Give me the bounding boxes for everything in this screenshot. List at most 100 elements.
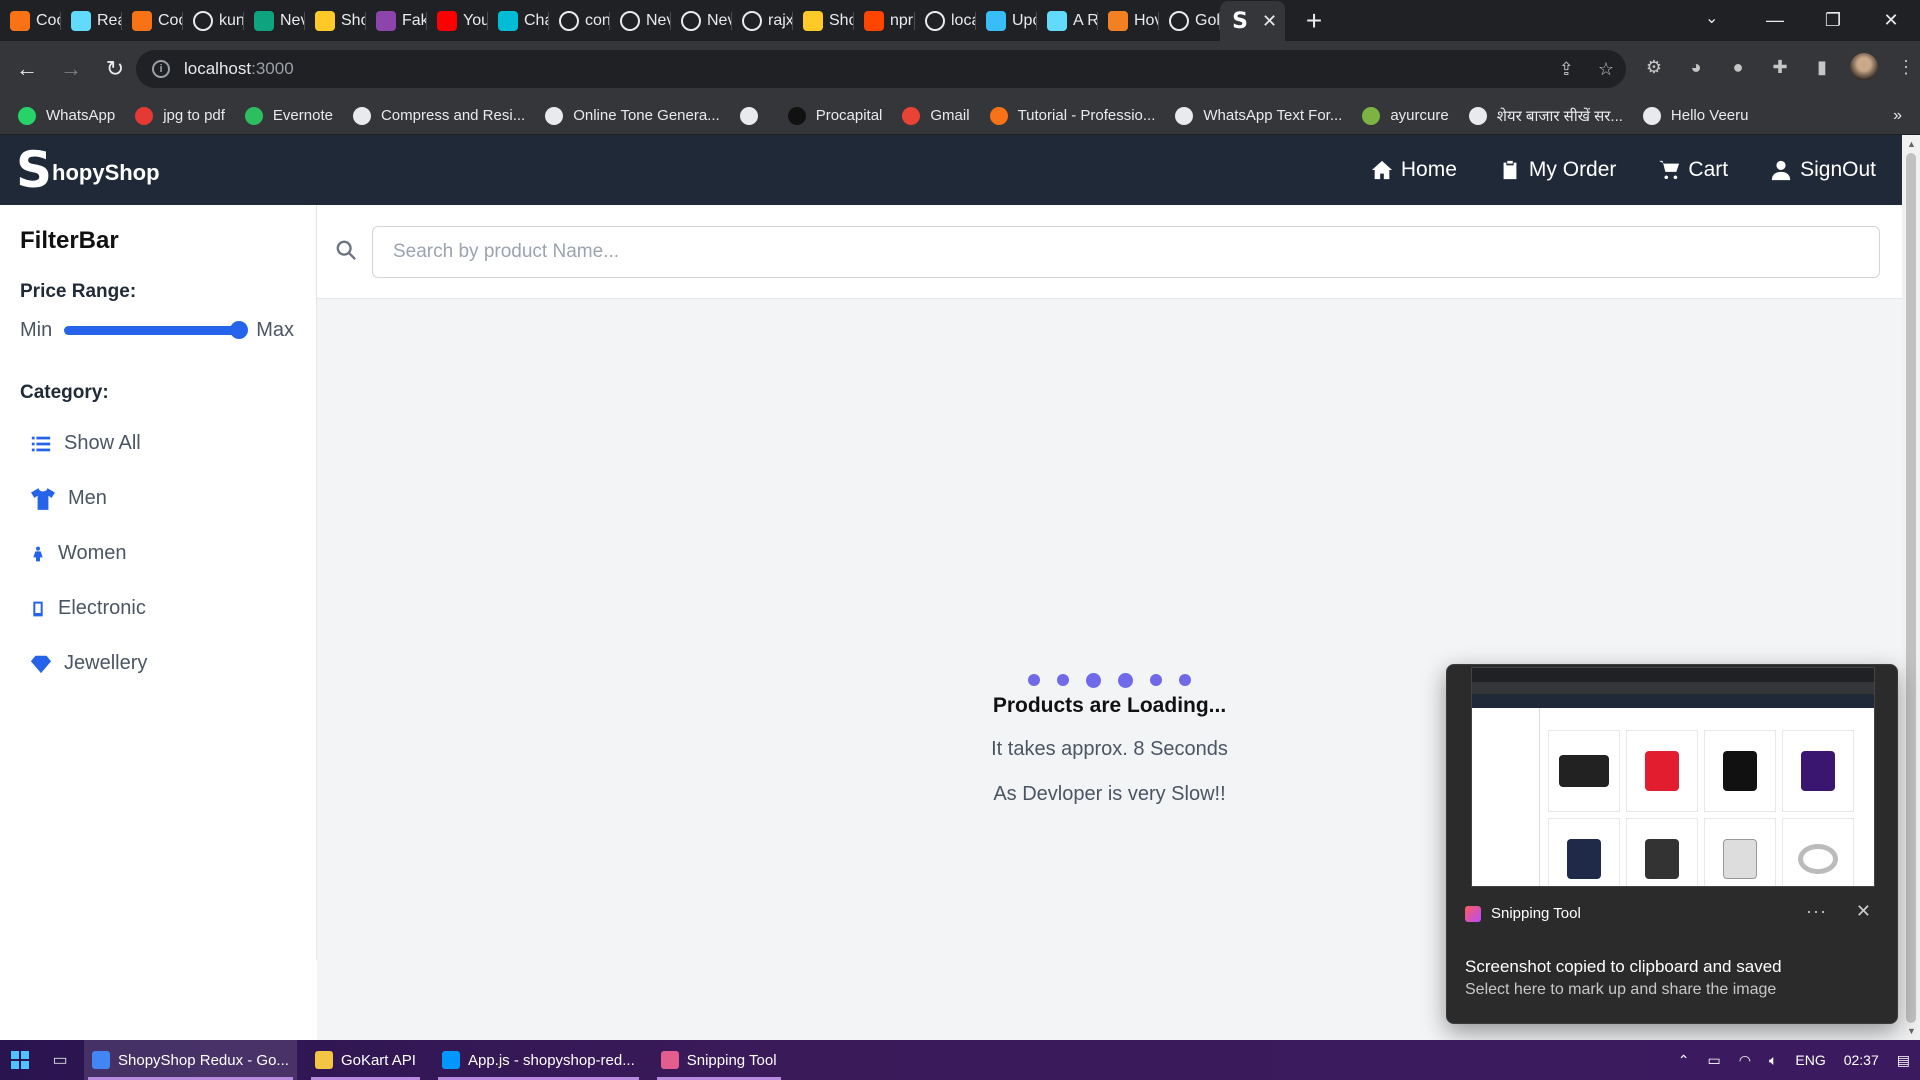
- browser-tab[interactable]: Nev: [244, 0, 305, 41]
- browser-tab[interactable]: rajx: [732, 0, 793, 41]
- bookmark-label: ayurcure: [1390, 107, 1449, 124]
- system-tray: ⌃ ▭ ◠ 🔈︎ ENG 02:37 ▤: [1678, 1040, 1910, 1080]
- extensions-puzzle-icon[interactable]: ✚: [1766, 53, 1794, 81]
- extension-glasses-icon[interactable]: ◕: [1682, 53, 1710, 81]
- taskbar-app[interactable]: GoKart API: [307, 1040, 424, 1080]
- browser-tab[interactable]: Sho: [793, 0, 854, 41]
- preview-product-grid: [1548, 730, 1854, 886]
- browser-tab[interactable]: Nev: [671, 0, 732, 41]
- category-men[interactable]: Men: [20, 471, 296, 526]
- tray-chevron-icon[interactable]: ⌃: [1678, 1052, 1690, 1069]
- extension-gear-icon[interactable]: ⚙: [1640, 53, 1668, 81]
- browser-tab[interactable]: Cha: [488, 0, 549, 41]
- nav-my-order[interactable]: My Order: [1499, 158, 1616, 182]
- taskbar-app[interactable]: Snipping Tool: [653, 1040, 785, 1080]
- back-icon[interactable]: ←: [10, 52, 44, 86]
- page-scrollbar[interactable]: ▲ ▼: [1902, 135, 1920, 1040]
- side-panel-icon[interactable]: ▮: [1808, 53, 1836, 81]
- browser-menu-icon[interactable]: ⋮: [1892, 53, 1920, 81]
- url-text[interactable]: localhost:3000: [184, 59, 294, 79]
- taskbar-app[interactable]: ShopyShop Redux - Go...: [84, 1040, 297, 1080]
- notifications-icon[interactable]: ▤: [1897, 1052, 1910, 1069]
- preview-tabstrip: [1472, 668, 1874, 682]
- scrollbar-thumb[interactable]: [1906, 153, 1916, 1023]
- bookmark-icon: [352, 106, 371, 125]
- bookmark-icon: [135, 106, 154, 125]
- codepen-icon: [10, 10, 30, 31]
- restore-icon[interactable]: ❐: [1804, 10, 1862, 31]
- browser-tab[interactable]: Fak: [366, 0, 427, 41]
- wifi-icon[interactable]: ◠: [1739, 1052, 1751, 1069]
- bookmark-item[interactable]: Hello Veeru: [1642, 106, 1748, 125]
- scroll-down-icon[interactable]: ▼: [1907, 1026, 1916, 1036]
- site-info-icon[interactable]: i: [152, 60, 170, 78]
- browser-tab[interactable]: A R: [1037, 0, 1098, 41]
- browser-tab[interactable]: Coo: [0, 0, 61, 41]
- browser-tab[interactable]: Rea: [61, 0, 122, 41]
- close-window-icon[interactable]: ✕: [1862, 10, 1920, 31]
- nav-cart[interactable]: Cart: [1658, 158, 1728, 182]
- nav-home[interactable]: Home: [1371, 158, 1457, 182]
- toast-more-icon[interactable]: ···: [1806, 901, 1827, 922]
- brand-logo[interactable]: S hopyShop: [16, 145, 160, 195]
- category-jewellery[interactable]: Jewellery: [20, 636, 296, 691]
- bookmark-icon: [1175, 106, 1194, 125]
- bookmark-item[interactable]: Tutorial - Professio...: [989, 106, 1155, 125]
- new-tab-button[interactable]: +: [1299, 5, 1329, 37]
- browser-tab[interactable]: Nev: [610, 0, 671, 41]
- address-bar[interactable]: i localhost:3000 ⇪ ☆: [136, 50, 1626, 88]
- browser-tab[interactable]: Sho: [305, 0, 366, 41]
- browser-tab[interactable]: loca: [915, 0, 976, 41]
- bookmark-item[interactable]: ayurcure: [1362, 106, 1449, 125]
- bookmark-item[interactable]: jpg to pdf: [135, 106, 225, 125]
- browser-tab[interactable]: kun: [183, 0, 244, 41]
- toast-close-icon[interactable]: ✕: [1856, 901, 1871, 922]
- browser-tab[interactable]: You: [427, 0, 488, 41]
- browser-tab[interactable]: Upc: [976, 0, 1037, 41]
- bookmark-star-icon[interactable]: ☆: [1598, 59, 1614, 80]
- category-electronic[interactable]: Electronic: [20, 581, 296, 636]
- share-icon[interactable]: ⇪: [1559, 59, 1574, 80]
- home-icon: [1371, 160, 1392, 180]
- tab-search-icon[interactable]: ⌄: [1705, 8, 1718, 28]
- category-women[interactable]: Women: [20, 526, 296, 581]
- browser-tab[interactable]: npr: [854, 0, 915, 41]
- browser-tab[interactable]: Hov: [1098, 0, 1159, 41]
- search-input[interactable]: [372, 226, 1880, 278]
- forward-icon[interactable]: →: [54, 52, 88, 86]
- profile-avatar[interactable]: [1850, 53, 1878, 81]
- start-button[interactable]: [0, 1051, 40, 1069]
- category-show-all[interactable]: Show All: [20, 416, 296, 471]
- language-indicator[interactable]: ENG: [1795, 1052, 1825, 1068]
- price-range-slider[interactable]: [64, 321, 249, 339]
- browser-tab[interactable]: con: [549, 0, 610, 41]
- nav-signout[interactable]: SignOut: [1770, 158, 1876, 182]
- taskbar-app[interactable]: App.js - shopyshop-red...: [434, 1040, 643, 1080]
- bookmark-item[interactable]: Online Tone Genera...: [545, 106, 720, 125]
- slider-thumb[interactable]: [230, 321, 249, 339]
- reload-icon[interactable]: ↻: [98, 52, 132, 86]
- bookmark-item[interactable]: Gmail: [902, 106, 970, 125]
- screenshot-preview[interactable]: [1471, 667, 1875, 887]
- bookmark-item[interactable]: [739, 106, 768, 125]
- browser-tab[interactable]: Gol: [1159, 0, 1220, 41]
- clock[interactable]: 02:37: [1844, 1052, 1879, 1068]
- extension-ball-icon[interactable]: ●: [1724, 53, 1752, 81]
- snipping-tool-notification[interactable]: Snipping Tool ··· ✕ Screenshot copied to…: [1446, 664, 1898, 1024]
- tab-active[interactable]: S ✕: [1220, 0, 1285, 42]
- bookmark-item[interactable]: Compress and Resi...: [352, 106, 525, 125]
- bookmark-item[interactable]: शेयर बाजार सीखें सर...: [1468, 106, 1623, 126]
- task-view-icon[interactable]: ▭: [48, 1050, 72, 1070]
- close-tab-icon[interactable]: ✕: [1262, 11, 1277, 32]
- bookmark-item[interactable]: Evernote: [244, 106, 333, 125]
- preview-header: [1472, 694, 1874, 708]
- minimize-icon[interactable]: —: [1746, 10, 1804, 31]
- battery-icon[interactable]: ▭: [1708, 1052, 1721, 1069]
- browser-tab[interactable]: Coo: [122, 0, 183, 41]
- bookmark-item[interactable]: WhatsApp: [18, 106, 115, 125]
- bookmarks-overflow-icon[interactable]: »: [1893, 107, 1902, 125]
- scroll-up-icon[interactable]: ▲: [1907, 139, 1916, 149]
- volume-icon[interactable]: 🔈︎: [1769, 1052, 1777, 1069]
- bookmark-item[interactable]: WhatsApp Text For...: [1175, 106, 1342, 125]
- bookmark-item[interactable]: Procapital: [787, 106, 882, 125]
